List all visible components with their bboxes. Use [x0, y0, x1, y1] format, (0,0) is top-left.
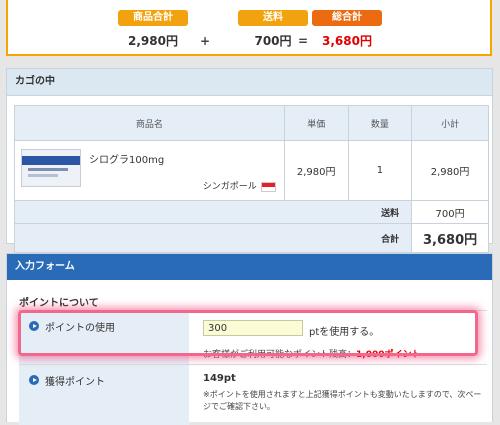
point-use-highlight — [18, 310, 478, 356]
shipping-label: 送料 — [348, 200, 413, 224]
total-summary: 総合計 3,680円 — [312, 10, 382, 49]
earned-points-label: 獲得ポイント — [45, 377, 105, 388]
total-value: 3,680円 — [322, 34, 372, 48]
points-section-title: ポイントについて — [19, 298, 99, 309]
total-label: 合計 — [348, 223, 413, 253]
total-badge: 総合計 — [312, 10, 382, 26]
product-origin: シンガポール — [203, 179, 276, 192]
header-quantity: 数量 — [347, 105, 413, 141]
product-name[interactable]: シログラ100mg — [89, 151, 164, 166]
cart-table: 商品名 単価 数量 小計 シログラ100mg シンガポール 2,980円 1 2… — [14, 105, 489, 253]
total-row: 合計 3,680円 — [14, 223, 489, 253]
shipping-cost: 700円 — [411, 200, 489, 224]
quantity: 1 — [347, 140, 413, 201]
unit-price: 2,980円 — [283, 140, 349, 201]
earned-points-value: 149pt — [203, 373, 236, 384]
cart-total: 3,680円 — [411, 223, 489, 253]
order-summary: 商品合計 2,980円 + 送料 700円 = 総合計 3,680円 — [6, 0, 492, 56]
subtotal-value: 2,980円 — [128, 34, 178, 48]
header-product: 商品名 — [14, 105, 285, 141]
shipping-badge: 送料 — [238, 10, 308, 26]
arrow-bullet-icon — [29, 375, 39, 385]
shipping-row: 送料 700円 — [14, 200, 489, 224]
item-subtotal: 2,980円 — [411, 140, 489, 201]
product-image[interactable] — [21, 149, 81, 187]
cart-title: カゴの中 — [7, 69, 492, 96]
earned-points-row: 獲得ポイント 149pt ※ポイントを使用されますと上記獲得ポイントも変動いたし… — [19, 364, 487, 425]
product-cell: シログラ100mg シンガポール — [14, 140, 285, 201]
cart-panel: カゴの中 商品名 単価 数量 小計 シログラ100mg シンガポール 2,980… — [6, 68, 493, 253]
singapore-flag-icon — [260, 181, 276, 192]
cart-header-row: 商品名 単価 数量 小計 — [14, 105, 489, 141]
form-title: 入力フォーム — [7, 254, 492, 280]
subtotal-summary: 商品合計 2,980円 — [118, 10, 188, 49]
plus-sign: + — [200, 34, 211, 48]
earned-points-note: ※ポイントを使用されますと上記獲得ポイントも変動いたしますので、次ページでご確認… — [203, 390, 482, 411]
table-row: シログラ100mg シンガポール 2,980円 1 2,980円 — [14, 140, 489, 201]
header-subtotal: 小計 — [411, 105, 489, 141]
equals-sign: = — [298, 34, 309, 48]
header-unit-price: 単価 — [283, 105, 349, 141]
subtotal-badge: 商品合計 — [118, 10, 188, 26]
